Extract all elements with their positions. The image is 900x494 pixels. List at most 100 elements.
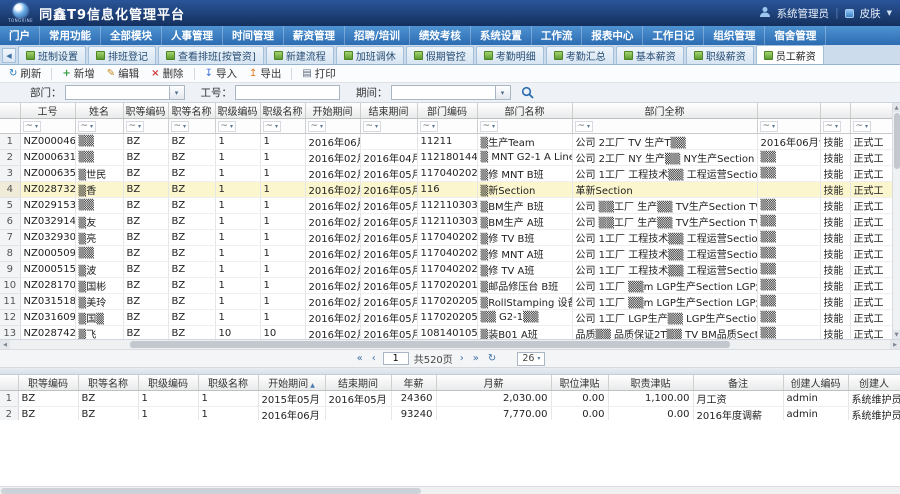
table-row[interactable]: 2NZ000631▒▒BZBZ112016年02月2016年04月1121801…: [0, 150, 892, 166]
scroll-left-icon[interactable]: ◀: [0, 340, 10, 349]
column-header[interactable]: 备注: [693, 375, 783, 391]
column-header[interactable]: 年薪: [391, 375, 436, 391]
column-header[interactable]: 职责津贴: [608, 375, 693, 391]
vertical-scroll-thumb[interactable]: [894, 113, 900, 169]
column-header[interactable]: 职级名称: [260, 103, 305, 119]
dept-filter-input[interactable]: [65, 85, 170, 100]
menu-item-time-management[interactable]: 时间管理: [223, 26, 284, 45]
column-filter-operator[interactable]: ~▾: [420, 121, 439, 132]
menu-item-system-settings[interactable]: 系统设置: [471, 26, 532, 45]
refresh-button[interactable]: ↻刷新: [4, 66, 46, 82]
column-header[interactable]: 开始期间▲: [258, 375, 325, 391]
search-button[interactable]: [519, 85, 537, 101]
bottom-scroll-thumb[interactable]: [1, 488, 421, 494]
export-button[interactable]: ↥导出: [244, 66, 286, 82]
table-row[interactable]: 1BZBZ112015年05月2016年05月243602,030.000.00…: [0, 391, 900, 407]
panel-splitter[interactable]: [0, 368, 900, 375]
menu-item-report-center[interactable]: 报表中心: [582, 26, 643, 45]
skin-menu[interactable]: 皮肤: [860, 6, 881, 21]
column-header[interactable]: 职级编码: [215, 103, 260, 119]
scroll-up-icon[interactable]: ▲: [893, 103, 900, 112]
menu-item-common-functions[interactable]: 常用功能: [40, 26, 101, 45]
reload-page-button[interactable]: ↻: [486, 353, 498, 364]
scroll-right-icon[interactable]: ▶: [890, 340, 900, 349]
column-header[interactable]: 职等编码: [123, 103, 168, 119]
column-header[interactable]: 开始期间: [305, 103, 360, 119]
column-filter-operator[interactable]: ~▾: [218, 121, 237, 132]
table-row[interactable]: 11NZ031518▒美玲BZBZ112016年02月2016年05月11702…: [0, 294, 892, 310]
scroll-down-icon[interactable]: ▼: [893, 330, 900, 339]
menu-item-portal[interactable]: 门户: [0, 26, 40, 45]
empno-filter-input[interactable]: [235, 85, 340, 100]
column-header[interactable]: [820, 103, 850, 119]
table-row[interactable]: 13NZ028742▒飞BZBZ10102016年02月2016年05月1081…: [0, 326, 892, 340]
column-header[interactable]: [850, 103, 892, 119]
next-page-button[interactable]: ›: [458, 353, 466, 364]
column-header[interactable]: 部门名称: [477, 103, 572, 119]
bottom-horizontal-scrollbar[interactable]: [0, 486, 900, 494]
column-header[interactable]: 结束期间: [325, 375, 391, 391]
tab-basic-salary[interactable]: 基本薪资: [616, 46, 684, 64]
column-header[interactable]: 月薪: [436, 375, 551, 391]
menu-item-all-modules[interactable]: 全部模块: [101, 26, 162, 45]
tab-leave-control[interactable]: 假期管控: [406, 46, 474, 64]
table-row[interactable]: 7NZ032930▒亮BZBZ112016年02月2016年05月1170402…: [0, 230, 892, 246]
page-input[interactable]: [383, 352, 409, 365]
table-row[interactable]: 8NZ000509▒▒BZBZ112016年02月2016年05月1170402…: [0, 246, 892, 262]
menu-item-salary-management[interactable]: 薪资管理: [284, 26, 345, 45]
column-header[interactable]: 部门全称: [572, 103, 757, 119]
column-filter-operator[interactable]: ~▾: [823, 121, 842, 132]
import-button[interactable]: ↧导入: [200, 66, 242, 82]
column-header[interactable]: [0, 103, 20, 119]
column-header[interactable]: [757, 103, 820, 119]
page-size-select[interactable]: 26▾: [517, 352, 545, 366]
column-header[interactable]: 职级名称: [198, 375, 258, 391]
column-filter-operator[interactable]: ~▾: [126, 121, 145, 132]
column-header[interactable]: 职等编码: [18, 375, 78, 391]
period-filter-input[interactable]: [391, 85, 496, 100]
column-header[interactable]: 职等名称: [168, 103, 215, 119]
tab-employee-salary[interactable]: 员工薪资: [756, 45, 824, 64]
tab-schedule-register[interactable]: 排班登记: [88, 46, 156, 64]
tab-attendance-detail[interactable]: 考勤明细: [476, 46, 544, 64]
tab-shift-setting[interactable]: 班制设置: [18, 46, 86, 64]
menu-item-performance[interactable]: 绩效考核: [410, 26, 471, 45]
column-header[interactable]: 姓名: [75, 103, 123, 119]
column-header[interactable]: 职位津贴: [551, 375, 608, 391]
menu-item-recruit-training[interactable]: 招聘/培训: [345, 26, 410, 45]
column-header[interactable]: 部门编码: [417, 103, 477, 119]
dept-dropdown-button[interactable]: ▾: [170, 85, 185, 100]
tab-new-workflow[interactable]: 新建流程: [266, 46, 334, 64]
menu-item-hr-management[interactable]: 人事管理: [162, 26, 223, 45]
add-button[interactable]: +新增: [57, 66, 99, 82]
last-page-button[interactable]: »: [471, 353, 481, 364]
prev-page-button[interactable]: ‹: [370, 353, 378, 364]
horizontal-scroll-thumb[interactable]: [130, 341, 730, 348]
table-row[interactable]: 5NZ029153▒▒BZBZ112016年02月2016年05月1121103…: [0, 198, 892, 214]
tab-grade-salary[interactable]: 职级薪资: [686, 46, 754, 64]
column-filter-operator[interactable]: ~▾: [308, 121, 327, 132]
table-row[interactable]: 2BZBZ112016年06月932407,770.000.000.002016…: [0, 407, 900, 421]
column-filter-operator[interactable]: ~▾: [480, 121, 499, 132]
column-header[interactable]: [0, 375, 18, 391]
edit-button[interactable]: ✎编辑: [102, 66, 144, 82]
tab-overtime-leave[interactable]: 加班调休: [336, 46, 404, 64]
tab-attendance-summary[interactable]: 考勤汇总: [546, 46, 614, 64]
tab-scroll-left-button[interactable]: ◀: [2, 48, 16, 63]
delete-button[interactable]: ×删除: [146, 66, 188, 82]
first-page-button[interactable]: «: [355, 353, 365, 364]
menu-item-work-diary[interactable]: 工作日记: [643, 26, 704, 45]
column-filter-operator[interactable]: ~▾: [575, 121, 594, 132]
column-filter-operator[interactable]: ~▾: [853, 121, 872, 132]
column-filter-operator[interactable]: ~▾: [78, 121, 97, 132]
column-header[interactable]: 结束期间: [360, 103, 417, 119]
table-row[interactable]: 9NZ000515▒波BZBZ112016年02月2016年05月1170402…: [0, 262, 892, 278]
menu-item-workflow[interactable]: 工作流: [532, 26, 583, 45]
menu-item-org-management[interactable]: 组织管理: [704, 26, 765, 45]
column-filter-operator[interactable]: ~▾: [23, 121, 42, 132]
vertical-scrollbar[interactable]: ▲ ▼: [892, 103, 900, 339]
current-user-menu[interactable]: 系统管理员: [777, 6, 830, 21]
column-filter-operator[interactable]: ~▾: [363, 121, 382, 132]
table-row[interactable]: 10NZ028170▒国彬BZBZ112016年02月2016年05月11702…: [0, 278, 892, 294]
table-row[interactable]: 6NZ032914▒友BZBZ112016年02月2016年05月1121103…: [0, 214, 892, 230]
